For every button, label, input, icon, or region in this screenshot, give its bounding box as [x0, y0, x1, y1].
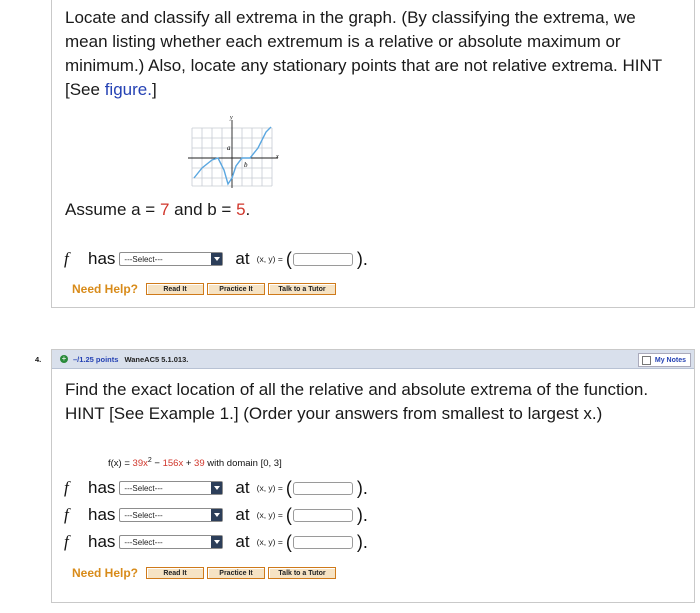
has-label: has [88, 532, 116, 551]
function-op-2: + [183, 458, 195, 470]
read-it-button[interactable]: Read It [146, 567, 205, 579]
function-prefix: f(x) = [108, 458, 133, 470]
select-value: ---Select--- [124, 510, 163, 520]
has-label: has [88, 478, 116, 497]
function-symbol: f [64, 532, 69, 551]
function-term-1: 39x [132, 458, 148, 470]
my-notes-button[interactable]: My Notes [637, 353, 691, 367]
function-curve [193, 126, 272, 186]
close-paren: ). [356, 477, 368, 498]
function-symbol: f [64, 505, 69, 524]
dropdown-arrow-icon [211, 482, 223, 494]
question-3-text: Locate and classify all extrema in the g… [65, 6, 680, 102]
function-symbol: f [64, 249, 69, 268]
coordinate-input[interactable] [292, 535, 353, 549]
extremum-type-select[interactable]: ---Select--- [119, 535, 224, 549]
q3-help-row: Need Help? Read It Practice It Talk to a… [72, 282, 339, 296]
q4-help-row: Need Help? Read It Practice It Talk to a… [72, 566, 339, 580]
question-4-card: 4. + –/1.25 points WaneAC5 5.1.013. My N… [35, 349, 695, 603]
xy-label: (x, y) = [256, 537, 283, 547]
hint-suffix: ] [151, 80, 157, 99]
function-definition: f(x) = 39x2 − 156x + 39 with domain [0, … [108, 457, 282, 469]
q4-answer-row-3: f has ---Select--- at (x, y) = ( ). [64, 531, 368, 553]
assume-mid: and b = [169, 200, 237, 219]
dropdown-arrow-icon [211, 536, 223, 548]
coordinate-input[interactable] [292, 252, 353, 266]
question-3-body: Locate and classify all extrema in the g… [65, 8, 636, 75]
at-label: at [235, 249, 250, 268]
coordinate-input[interactable] [292, 481, 353, 495]
extrema-graph: y x a b [188, 115, 279, 188]
b-value: 5 [236, 200, 246, 219]
at-label: at [235, 532, 250, 551]
open-paren: ( [285, 504, 292, 525]
source-label: WaneAC5 5.1.013. [124, 354, 189, 364]
figure-link[interactable]: figure. [105, 80, 152, 99]
close-paren: ). [356, 248, 368, 269]
expand-plus-icon[interactable]: + [60, 355, 68, 363]
close-paren: ). [356, 504, 368, 525]
open-paren: ( [285, 248, 292, 269]
close-paren: ). [356, 531, 368, 552]
open-paren: ( [285, 477, 292, 498]
x-axis-label: x [275, 154, 279, 160]
assume-suffix: . [245, 200, 251, 219]
practice-it-button[interactable]: Practice It [207, 283, 266, 295]
q4-answer-row-1: f has ---Select--- at (x, y) = ( ). [64, 477, 368, 499]
dropdown-arrow-icon [211, 509, 223, 521]
q4-answer-row-2: f has ---Select--- at (x, y) = ( ). [64, 504, 368, 526]
function-term-2: 156x [162, 458, 184, 470]
my-notes-label: My Notes [654, 356, 686, 364]
select-value: ---Select--- [124, 483, 163, 493]
talk-to-tutor-button[interactable]: Talk to a Tutor [268, 283, 337, 295]
xy-label: (x, y) = [256, 254, 283, 264]
function-op-1: − [151, 458, 163, 470]
open-paren: ( [285, 531, 292, 552]
function-symbol: f [64, 478, 69, 497]
select-value: ---Select--- [124, 254, 163, 264]
b-tick-label: b [244, 161, 248, 169]
xy-label: (x, y) = [256, 483, 283, 493]
y-axis-label: y [229, 115, 233, 121]
need-help-label: Need Help? [72, 282, 139, 296]
function-term-3: 39 [194, 458, 205, 470]
function-domain: with domain [0, 3] [204, 458, 282, 470]
at-label: at [235, 478, 250, 497]
a-tick-label: a [227, 144, 231, 152]
question-3-card: Locate and classify all extrema in the g… [51, 0, 695, 308]
question-header: + –/1.25 points WaneAC5 5.1.013. My Note… [52, 350, 694, 369]
has-label: has [88, 505, 116, 524]
assume-prefix: Assume a = [65, 200, 160, 219]
practice-it-button[interactable]: Practice It [207, 567, 266, 579]
has-label: has [88, 249, 116, 268]
coordinate-input[interactable] [292, 508, 353, 522]
question-number: 4. [35, 355, 42, 364]
read-it-button[interactable]: Read It [146, 283, 205, 295]
dropdown-arrow-icon [211, 253, 223, 265]
notes-checkbox-icon [641, 356, 651, 365]
points-label: –/1.25 points [73, 354, 119, 364]
extremum-type-select[interactable]: ---Select--- [119, 252, 224, 266]
assume-text: Assume a = 7 and b = 5. [65, 198, 680, 222]
xy-label: (x, y) = [256, 510, 283, 520]
extremum-type-select[interactable]: ---Select--- [119, 481, 224, 495]
at-label: at [235, 505, 250, 524]
select-value: ---Select--- [124, 537, 163, 547]
talk-to-tutor-button[interactable]: Talk to a Tutor [268, 567, 337, 579]
extremum-type-select[interactable]: ---Select--- [119, 508, 224, 522]
q3-answer-row: f has ---Select--- at (x, y) = ( ). [64, 248, 368, 270]
question-4-text: Find the exact location of all the relat… [65, 380, 649, 423]
need-help-label: Need Help? [72, 566, 139, 580]
